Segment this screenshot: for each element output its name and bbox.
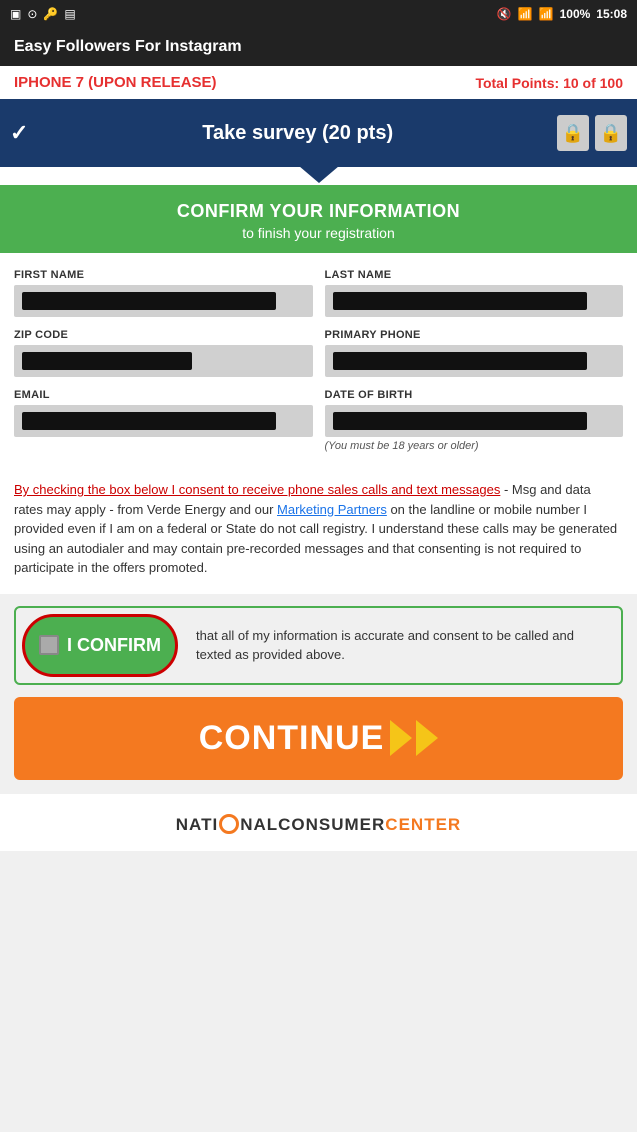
sim-icon: ▤ [64, 7, 75, 21]
confirm-checkbox[interactable] [39, 635, 59, 655]
zip-code-input[interactable] [14, 345, 313, 377]
confirm-side-content: that all of my information is accurate a… [196, 628, 574, 663]
signal-icon: 📶 [539, 7, 554, 21]
arrow-1 [390, 720, 412, 756]
dob-input[interactable] [325, 405, 624, 437]
wifi-icon: 📶 [518, 7, 533, 21]
last-name-group: LAST NAME [325, 269, 624, 317]
confirm-button-label: I CONFIRM [67, 635, 161, 656]
clock: 15:08 [596, 7, 627, 21]
zip-code-value [22, 352, 192, 370]
logo-part3: CENTER [385, 815, 461, 834]
primary-phone-label: PRIMARY PHONE [325, 329, 624, 341]
dob-group: DATE OF BIRTH (You must be 18 years or o… [325, 389, 624, 452]
continue-label: CONTINUE [199, 719, 385, 758]
logo-part1: NATI [176, 815, 218, 834]
promo-title: IPHONE 7 (UPON RELEASE) [14, 74, 217, 91]
continue-arrows [394, 720, 438, 756]
last-name-label: LAST NAME [325, 269, 624, 281]
confirm-header: CONFIRM YOUR INFORMATION to finish your … [0, 185, 637, 253]
points-bar: IPHONE 7 (UPON RELEASE) Total Points: 10… [0, 66, 637, 99]
footer-logo: NATI NALCONSUMERCENTER [16, 810, 621, 835]
survey-banner[interactable]: ✓ Take survey (20 pts) 🔒 🔒 [0, 99, 637, 167]
screen-icon: ▣ [10, 7, 21, 21]
key-icon: 🔑 [43, 7, 58, 21]
battery-text: 100% [560, 7, 591, 21]
primary-phone-input[interactable] [325, 345, 624, 377]
confirm-box: I CONFIRM that all of my information is … [14, 606, 623, 685]
email-dob-row: EMAIL DATE OF BIRTH (You must be 18 year… [14, 389, 623, 452]
name-row: FIRST NAME LAST NAME [14, 269, 623, 317]
last-name-value [333, 292, 587, 310]
email-value [22, 412, 276, 430]
status-right-icons: 🔇 📶 📶 100% 15:08 [497, 7, 627, 21]
check-icon: ✓ [10, 120, 28, 146]
primary-phone-group: PRIMARY PHONE [325, 329, 624, 377]
points-total: 100 [600, 75, 623, 91]
first-name-value [22, 292, 276, 310]
confirm-side-text: that all of my information is accurate a… [184, 616, 621, 675]
app-title: Easy Followers For Instagram [14, 38, 242, 55]
lock-icon-1: 🔒 [557, 115, 589, 151]
confirm-button[interactable]: I CONFIRM [22, 614, 178, 677]
confirm-subtitle: to finish your registration [14, 225, 623, 241]
shield-icon: ⊙ [27, 7, 37, 21]
zip-code-label: ZIP CODE [14, 329, 313, 341]
confirm-title: CONFIRM YOUR INFORMATION [14, 201, 623, 222]
first-name-label: FIRST NAME [14, 269, 313, 281]
last-name-input[interactable] [325, 285, 624, 317]
status-icons: ▣ ⊙ 🔑 ▤ [10, 7, 76, 21]
ncc-circle-icon [219, 814, 239, 834]
dob-label: DATE OF BIRTH [325, 389, 624, 401]
survey-label: Take survey (20 pts) [38, 122, 557, 145]
dob-note: (You must be 18 years or older) [325, 440, 624, 452]
zip-phone-row: ZIP CODE PRIMARY PHONE [14, 329, 623, 377]
consent-section: By checking the box below I consent to r… [0, 480, 637, 594]
footer: NATI NALCONSUMERCENTER [0, 794, 637, 851]
consent-text: By checking the box below I consent to r… [14, 480, 623, 578]
email-input[interactable] [14, 405, 313, 437]
logo-part2: NALCONSUMER [240, 815, 385, 834]
dob-value [333, 412, 587, 430]
zip-code-group: ZIP CODE [14, 329, 313, 377]
points-display: Total Points: 10 of 100 [475, 75, 623, 91]
email-group: EMAIL [14, 389, 313, 452]
form-section: FIRST NAME LAST NAME ZIP CODE PRIMARY PH… [0, 253, 637, 480]
email-label: EMAIL [14, 389, 313, 401]
app-bar: Easy Followers For Instagram [0, 28, 637, 66]
status-bar: ▣ ⊙ 🔑 ▤ 🔇 📶 📶 100% 15:08 [0, 0, 637, 28]
points-of: of [583, 75, 596, 91]
arrow-2 [416, 720, 438, 756]
points-current: 10 [563, 75, 579, 91]
first-name-group: FIRST NAME [14, 269, 313, 317]
primary-phone-value [333, 352, 587, 370]
lock-icons: 🔒 🔒 [557, 115, 627, 151]
first-name-input[interactable] [14, 285, 313, 317]
lock-icon-2: 🔒 [595, 115, 627, 151]
continue-button[interactable]: CONTINUE [14, 697, 623, 780]
points-label: Total Points: [475, 75, 559, 91]
mute-icon: 🔇 [497, 7, 512, 21]
marketing-partners-link[interactable]: Marketing Partners [277, 502, 387, 517]
consent-text-underline: By checking the box below I consent to r… [14, 482, 500, 497]
